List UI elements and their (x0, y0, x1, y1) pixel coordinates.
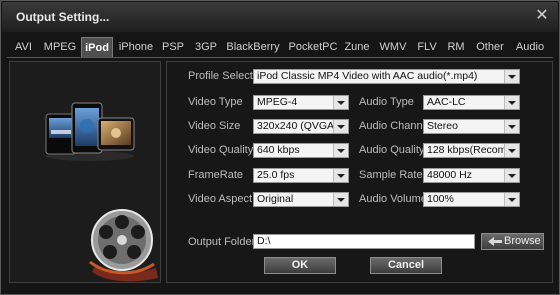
output-folder-input[interactable]: D:\ (253, 234, 475, 249)
chevron-down-icon[interactable] (504, 96, 519, 109)
close-icon[interactable]: ✕ (533, 8, 551, 24)
audio-volume-dropdown[interactable]: 100% (423, 192, 520, 207)
chevron-down-icon[interactable] (333, 169, 348, 182)
folder-arrow-icon (488, 237, 502, 246)
chevron-down-icon[interactable] (333, 120, 348, 133)
chevron-down-icon[interactable] (333, 96, 348, 109)
video-quality-dropdown[interactable]: 640 kbps (253, 143, 349, 158)
tab-avi[interactable]: AVI (7, 37, 40, 57)
output-setting-dialog: Output Setting... ✕ AVI MPEG iPod iPhone… (0, 0, 560, 295)
audio-quality-label: Audio Quality (359, 144, 425, 156)
format-tab-bar: AVI MPEG iPod iPhone PSP 3GP BlackBerry … (7, 37, 553, 57)
chevron-down-icon[interactable] (504, 70, 519, 83)
output-folder-label: Output Folder: (188, 236, 259, 248)
title-bar[interactable]: Output Setting... ✕ (2, 2, 558, 32)
chevron-down-icon[interactable] (504, 169, 519, 182)
framerate-label: FrameRate (188, 169, 244, 181)
tab-iphone[interactable]: iPhone (115, 37, 157, 57)
tab-audio[interactable]: Audio (512, 37, 548, 57)
video-quality-label: Video Quality (188, 144, 254, 156)
device-preview-panel (9, 61, 161, 283)
tab-pocketpc[interactable]: PocketPC (287, 37, 339, 57)
tab-zune[interactable]: Zune (343, 37, 371, 57)
chevron-down-icon[interactable] (333, 144, 348, 157)
audio-quality-dropdown[interactable]: 128 kbps(Recommer (423, 143, 520, 158)
film-reel-icon (89, 209, 158, 282)
framerate-dropdown[interactable]: 25.0 fps (253, 168, 349, 183)
tab-psp[interactable]: PSP (160, 37, 186, 57)
profile-select-value: iPod Classic MP4 Video with AAC audio(*.… (257, 70, 478, 82)
audio-volume-label: Audio Volume (359, 193, 427, 205)
chevron-down-icon[interactable] (504, 120, 519, 133)
sample-rate-dropdown[interactable]: 48000 Hz (423, 168, 520, 183)
tab-ipod[interactable]: iPod (81, 37, 113, 57)
chevron-down-icon[interactable] (504, 144, 519, 157)
tab-wmv[interactable]: WMV (378, 37, 408, 57)
browse-button[interactable]: Browse (481, 233, 544, 250)
tab-blackberry[interactable]: BlackBerry (224, 37, 282, 57)
audio-type-label: Audio Type (359, 96, 414, 108)
tab-3gp[interactable]: 3GP (193, 37, 219, 57)
browse-label: Browse (504, 235, 541, 247)
video-aspect-label: Video Aspect (188, 193, 253, 205)
video-size-dropdown[interactable]: 320x240 (QVGA) (253, 119, 349, 134)
profile-select-label: Profile Select (188, 70, 253, 82)
sample-rate-label: Sample Rate (359, 169, 423, 181)
ok-button[interactable]: OK (264, 257, 336, 274)
tab-rm[interactable]: RM (445, 37, 467, 57)
tab-mpeg[interactable]: MPEG (41, 37, 79, 57)
tab-divider (7, 57, 553, 58)
tab-other[interactable]: Other (474, 37, 506, 57)
video-size-label: Video Size (188, 120, 241, 132)
tab-flv[interactable]: FLV (415, 37, 439, 57)
chevron-down-icon[interactable] (333, 193, 348, 206)
audio-type-dropdown[interactable]: AAC-LC (423, 95, 520, 110)
video-type-dropdown[interactable]: MPEG-4 (253, 95, 349, 110)
video-aspect-dropdown[interactable]: Original (253, 192, 349, 207)
dialog-title: Output Setting... (16, 10, 110, 24)
cancel-button[interactable]: Cancel (370, 257, 442, 274)
video-type-label: Video Type (188, 96, 243, 108)
ipod-devices-icon (45, 102, 135, 161)
audio-channels-dropdown[interactable]: Stereo (423, 119, 520, 134)
chevron-down-icon[interactable] (504, 193, 519, 206)
profile-select-dropdown[interactable]: iPod Classic MP4 Video with AAC audio(*.… (253, 69, 520, 84)
